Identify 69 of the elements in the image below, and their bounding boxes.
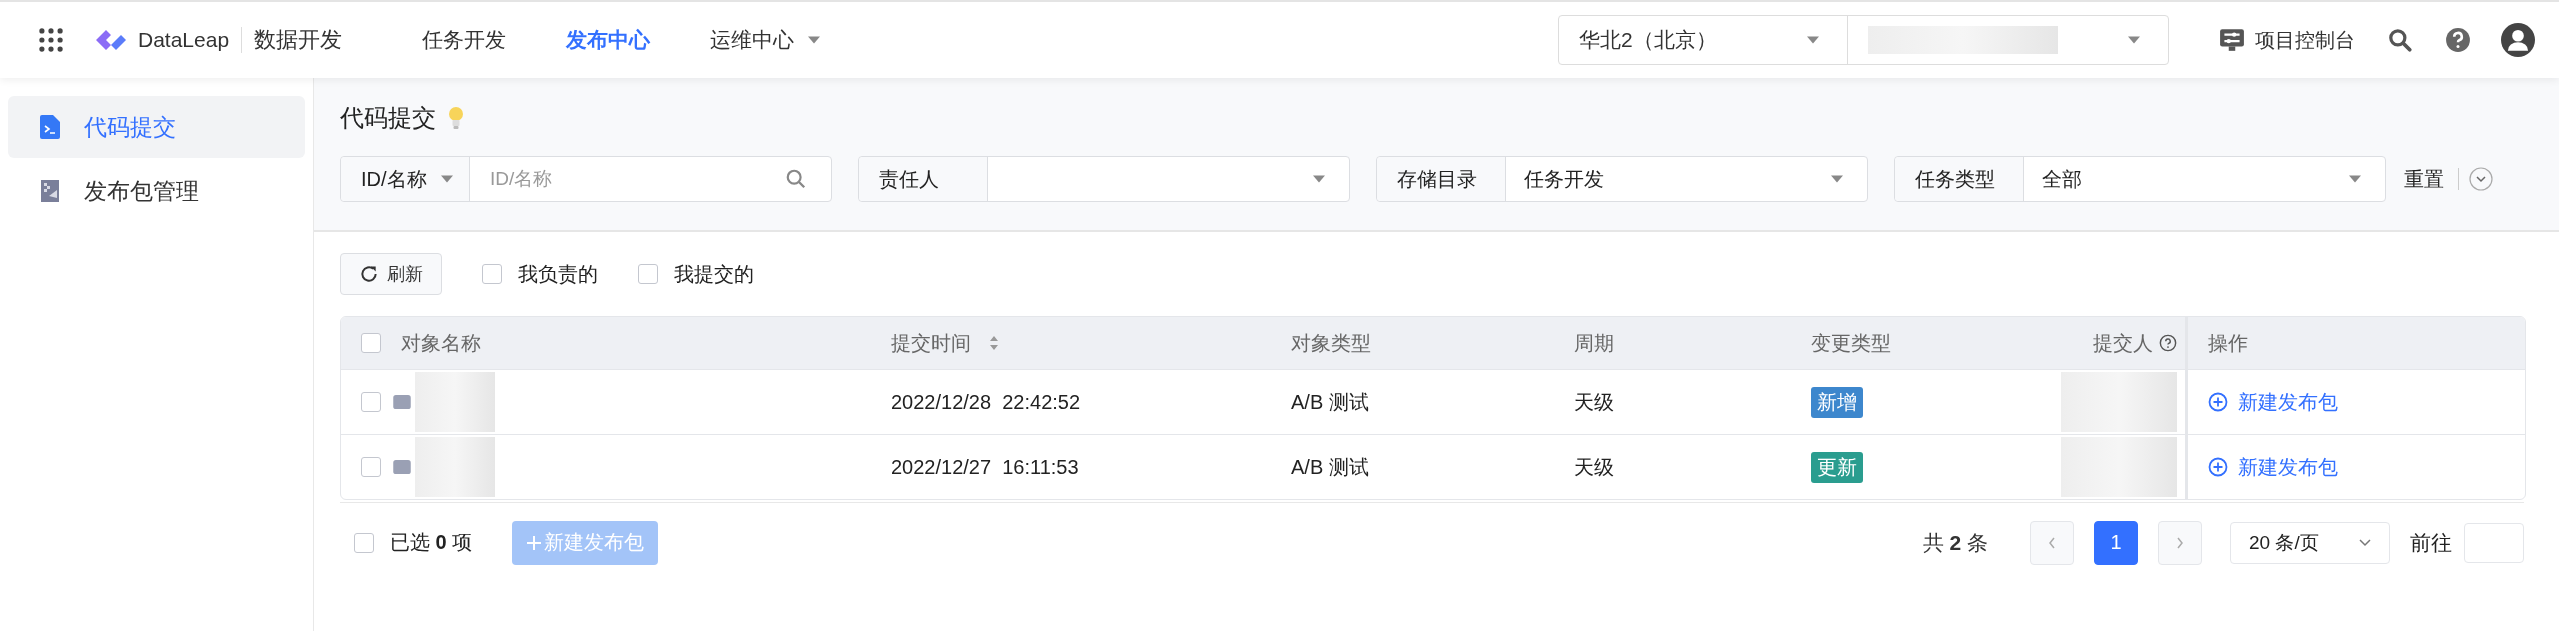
checkbox[interactable] [482,264,502,284]
caret-icon [441,175,453,183]
new-package-link[interactable]: 新建发布包 [2208,453,2338,481]
table-cell-text: 2022/12/28 22:42:52 [890,389,1082,415]
next-page-button[interactable] [2158,520,2202,565]
column-header: 提交人 [2093,330,2153,356]
column-header: 周期 [1574,330,1614,356]
search-bar[interactable]: ID/名称 ID/名称 [340,156,832,202]
plus-circle-icon [2208,392,2228,412]
sidebar-item[interactable]: 代码提交 [8,96,305,158]
lightbulb-icon[interactable] [448,106,464,130]
search-icon[interactable] [785,168,807,190]
brand-name: DataLeap [138,28,230,52]
select-all-checkbox[interactable] [361,333,381,353]
checkbox-label: 我提交的 [674,261,754,287]
package-icon [40,179,60,203]
id-tag-icon [393,460,411,474]
change-type-tag: 新增 [1811,386,1863,418]
page-size-select[interactable]: 20 条/页 [2230,521,2390,564]
search-type-select[interactable]: ID/名称 [341,157,470,201]
selected-count: 已选 0 项 [390,530,473,555]
sort-icon[interactable] [989,335,999,351]
code-file-icon [40,115,60,139]
search-icon[interactable] [2387,27,2413,53]
checkbox[interactable] [638,264,658,284]
apps-grid-icon[interactable] [38,27,64,53]
table-cell-text: 天级 [1573,389,1615,415]
nav-tab[interactable]: 发布中心 [566,26,651,54]
row-checkbox[interactable] [361,392,381,412]
sidebar-item[interactable]: 发布包管理 [8,160,305,222]
change-type-tag: 更新 [1811,451,1863,483]
table-cell-text: A/B 测试 [1290,389,1370,415]
logo-icon [94,28,128,52]
product-name: 数据开发 [254,26,343,54]
column-header: 对象名称 [401,330,481,356]
page-title: 代码提交 [340,103,436,133]
checkbox-label: 我负责的 [518,261,598,287]
checkbox[interactable] [354,532,374,553]
project-console-link[interactable]: 项目控制台 [2219,26,2355,54]
page-button[interactable]: 1 [2094,520,2138,565]
column-header: 变更类型 [1811,330,1891,356]
help-icon[interactable] [2445,27,2471,53]
row-checkbox[interactable] [361,457,381,477]
plus-circle-icon [2208,457,2228,477]
refresh-icon [359,264,379,284]
new-package-link[interactable]: 新建发布包 [2208,388,2338,416]
table-cell-text: A/B 测试 [1290,454,1370,480]
plus-icon [526,534,543,551]
column-header: 对象类型 [1291,330,1371,356]
table-cell-text: 2022/12/27 16:11:53 [890,454,1080,480]
chevron-down-icon [2357,537,2373,548]
caret-icon [808,36,821,44]
id-tag-icon [393,395,411,409]
table-cell-text: 天级 [1573,454,1615,480]
page-number-field[interactable] [2464,522,2524,563]
previous-page-button[interactable] [2030,520,2074,565]
expand-icon[interactable] [2469,167,2493,191]
refresh-button[interactable]: 刷新 [340,253,442,295]
help-icon[interactable] [2159,334,2177,352]
goto-label: 前往 [2410,529,2452,556]
monitor-icon [2219,27,2245,53]
reset-button[interactable]: 重置 [2404,165,2444,193]
search-field[interactable]: ID/名称 [488,167,785,191]
nav-tab[interactable]: 任务开发 [422,26,507,54]
column-header: 操作 [2208,330,2248,356]
avatar-icon[interactable] [2501,23,2535,57]
column-header: 提交时间 [891,330,971,356]
total-count: 共 2 条 [1922,529,1988,556]
nav-tab[interactable]: 运维中心 [710,26,821,54]
